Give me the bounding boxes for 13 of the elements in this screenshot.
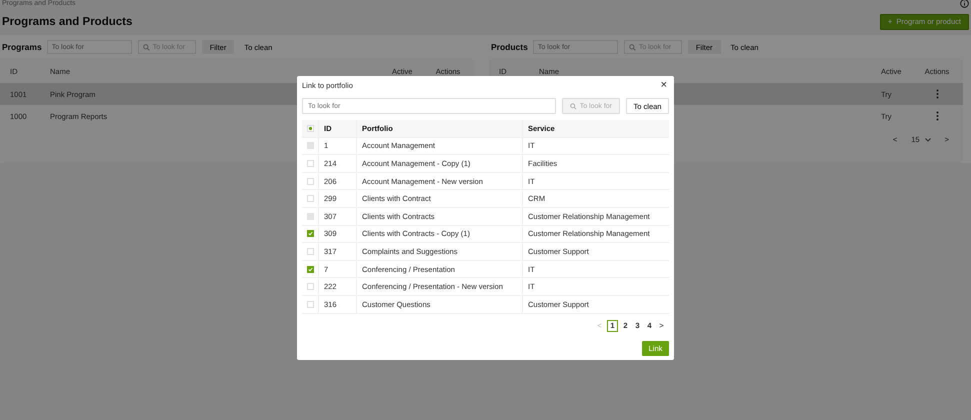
search-icon [142, 44, 150, 50]
search-icon [570, 102, 577, 110]
more-icon[interactable] [936, 111, 938, 121]
info-icon[interactable] [960, 0, 969, 8]
more-icon[interactable] [936, 89, 938, 99]
row-checkbox[interactable] [306, 230, 314, 238]
select-all-checkbox[interactable] [306, 124, 314, 132]
page-title: Programs and Products [2, 16, 132, 28]
search-icon [628, 44, 636, 50]
row-checkbox[interactable] [306, 266, 314, 273]
section-label: Products [490, 42, 528, 52]
section-label: Programs [1, 42, 42, 52]
chevron-down-icon [924, 138, 931, 142]
